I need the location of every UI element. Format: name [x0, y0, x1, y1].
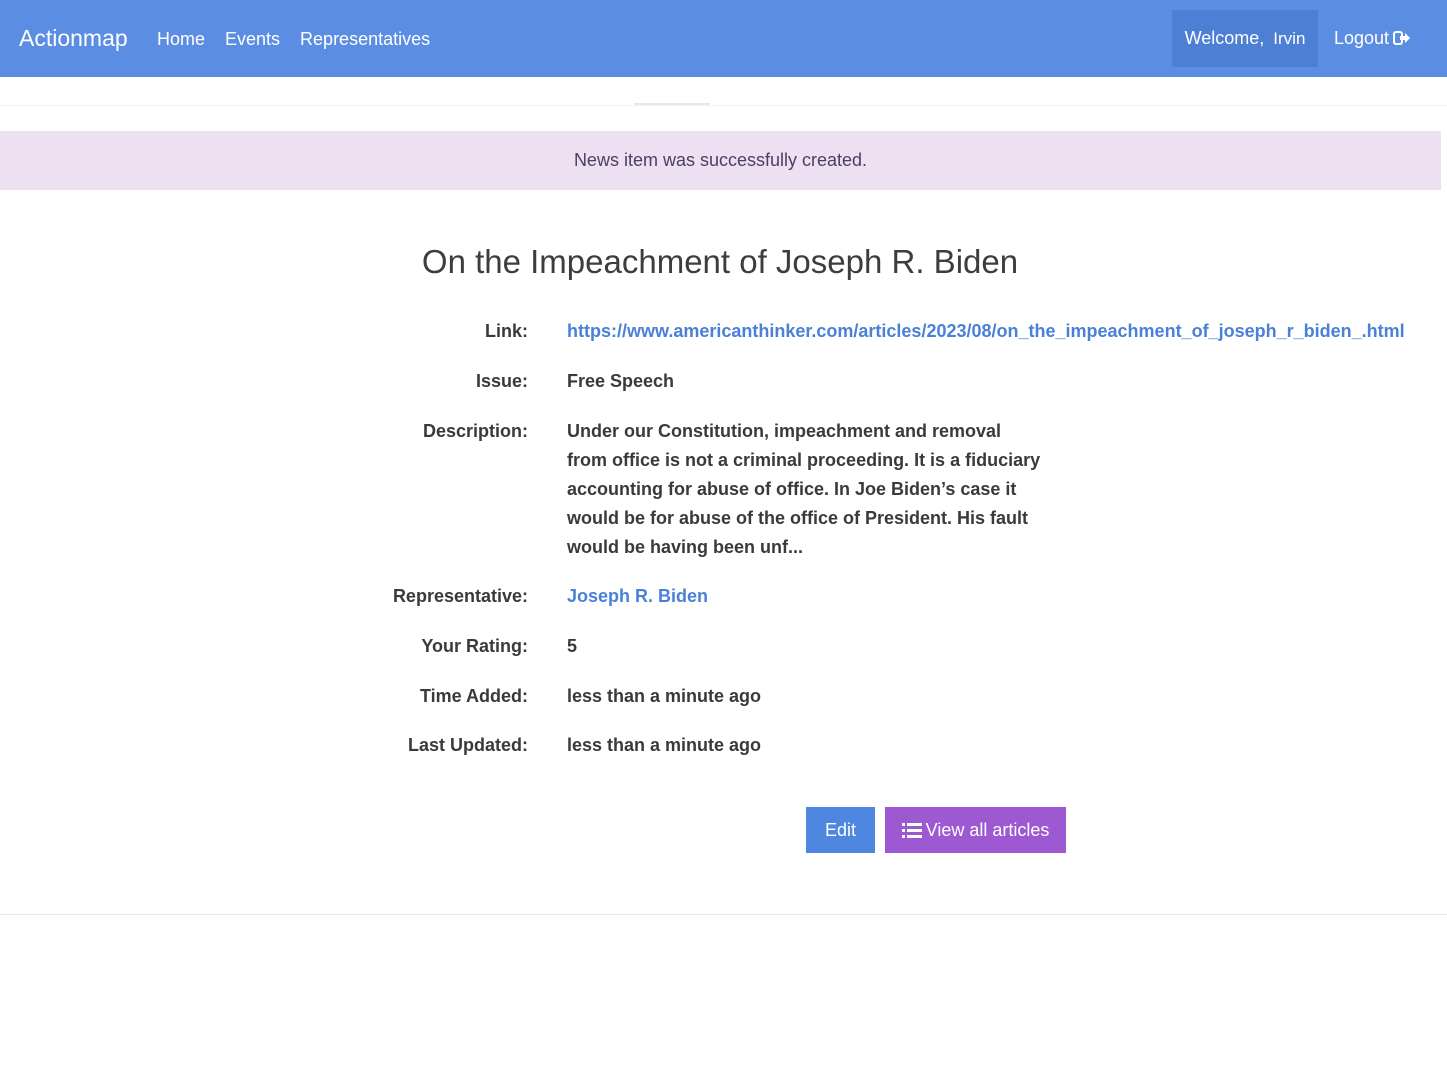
- view-all-label: View all articles: [925, 819, 1050, 840]
- rating-value: 5: [567, 636, 578, 656]
- page-title: On the Impeachment of Joseph R. Biden: [421, 243, 1019, 280]
- nav-link-representatives[interactable]: Representatives: [300, 27, 430, 51]
- last-updated-label: Last Updated:: [407, 735, 528, 755]
- article-link[interactable]: https://www.americanthinker.com/articles…: [567, 317, 1405, 346]
- rating-label: Your Rating:: [421, 636, 528, 656]
- nav-link-events[interactable]: Events: [225, 27, 280, 51]
- last-updated-value: less than a minute ago: [567, 735, 762, 755]
- time-added-value: less than a minute ago: [567, 686, 762, 706]
- description-label: Description:: [422, 421, 528, 441]
- representative-link[interactable]: Joseph R. Biden: [567, 582, 708, 611]
- alert-message: News item was successfully created.: [573, 150, 868, 170]
- edit-button[interactable]: Edit: [806, 807, 875, 853]
- nav-link-home[interactable]: Home: [157, 27, 205, 51]
- time-added-label: Time Added:: [419, 686, 528, 706]
- view-all-articles-button[interactable]: View all articles: [885, 807, 1066, 853]
- sign-out-icon: [1393, 31, 1411, 45]
- description-value: Under our Constitution, impeachment and …: [567, 421, 1041, 557]
- issue-value: Free Speech: [567, 371, 675, 391]
- link-label: Link:: [485, 321, 528, 341]
- logout-label: Logout: [1334, 28, 1390, 48]
- brand-link[interactable]: Actionmap: [19, 24, 128, 52]
- issue-label: Issue:: [475, 371, 528, 391]
- list-icon: [901, 822, 922, 838]
- success-alert: News item was successfully created.: [0, 131, 1441, 190]
- footer-divider: [0, 914, 1447, 915]
- username: Irvin: [1273, 28, 1306, 48]
- representative-label: Representative:: [392, 586, 528, 606]
- divider: [0, 105, 1447, 106]
- top-navbar: Actionmap Home Events Representatives We…: [0, 0, 1447, 77]
- welcome-user-menu[interactable]: Welcome, Irvin: [1172, 10, 1318, 67]
- nav-links: Home Events Representatives: [157, 27, 450, 51]
- logout-link[interactable]: Logout: [1334, 26, 1411, 50]
- welcome-label: Welcome,: [1184, 28, 1265, 48]
